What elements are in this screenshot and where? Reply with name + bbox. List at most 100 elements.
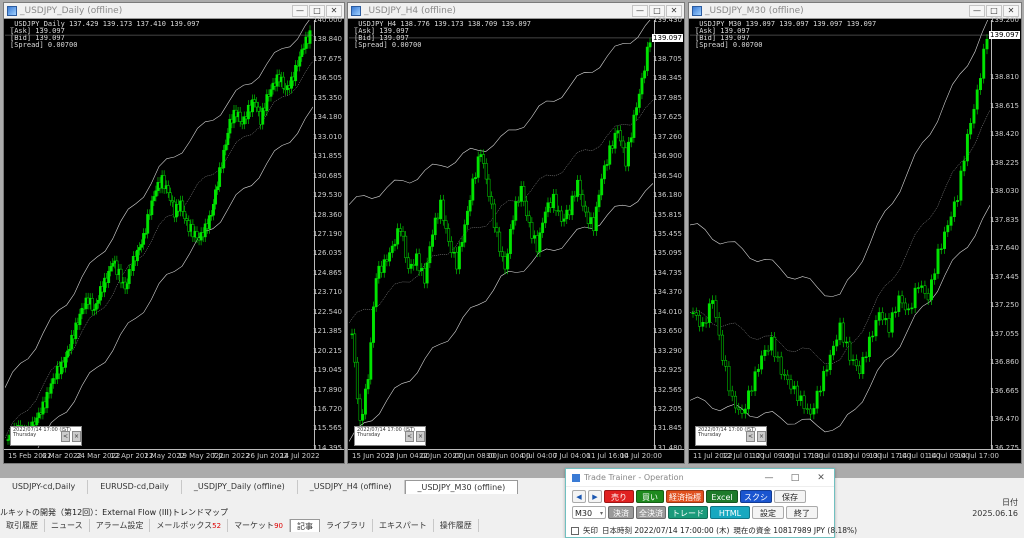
- candle-body: [498, 231, 502, 252]
- candlestick-plot[interactable]: [5, 20, 313, 448]
- candle-body: [714, 300, 718, 318]
- settle-button[interactable]: 決済: [608, 506, 634, 519]
- tab-mailbox[interactable]: メールボックス52: [150, 519, 229, 532]
- maximize-button[interactable]: □: [986, 4, 1002, 17]
- bollinger-upper-band: [349, 20, 651, 205]
- close-button[interactable]: ✕: [326, 4, 342, 17]
- time-tick: 7 Jul 04:00: [553, 452, 591, 460]
- price-tick: 135.350: [313, 93, 342, 102]
- candle-body: [828, 354, 832, 371]
- candle-body: [487, 178, 491, 197]
- candle-body: [353, 333, 357, 363]
- candle-body: [851, 359, 855, 361]
- settle-all-button[interactable]: 全決済: [636, 506, 666, 519]
- candle-body: [366, 379, 370, 390]
- exit-button[interactable]: 終了: [786, 506, 818, 519]
- price-axis: 139.200 139.097 138.810 138.615 138.420 138.2…: [989, 16, 1021, 452]
- candle-body: [559, 210, 563, 222]
- tab-trade-history[interactable]: 取引履歴: [0, 519, 45, 532]
- price-tick: 124.865: [313, 268, 342, 277]
- candlestick-plot[interactable]: [690, 20, 990, 448]
- excel-button[interactable]: Excel: [706, 490, 738, 503]
- dialog-titlebar[interactable]: Trade Trainer - Operation — □ ✕: [566, 469, 834, 487]
- candlestick-plot[interactable]: [349, 20, 653, 448]
- candle-body: [166, 185, 170, 194]
- candle-body: [589, 217, 593, 224]
- economic-indicator-button[interactable]: 経済指標: [666, 490, 704, 503]
- dialog-minimize-button[interactable]: —: [756, 473, 782, 483]
- screenshot-button[interactable]: スクショ: [740, 490, 772, 515]
- candle-body: [760, 355, 764, 370]
- candle-body: [724, 360, 728, 367]
- dialog-maximize-button[interactable]: □: [782, 473, 808, 483]
- prev-button[interactable]: ◀: [572, 490, 586, 503]
- price-tick: 139.200: [990, 16, 1019, 24]
- next-button[interactable]: ▶: [588, 490, 602, 503]
- candle-body: [474, 177, 477, 179]
- candle-body: [107, 270, 111, 284]
- chart-titlebar[interactable]: _USDJPY_H4 (offline) — □ ✕: [348, 3, 684, 19]
- tab-usdjpy-h4-offline[interactable]: _USDJPY_H4 (offline): [298, 480, 405, 494]
- tab-articles[interactable]: 記事: [289, 519, 320, 532]
- trade-button[interactable]: トレード: [668, 506, 708, 519]
- close-button[interactable]: ✕: [1003, 4, 1019, 17]
- minimize-button[interactable]: —: [292, 4, 308, 17]
- tab-market[interactable]: マーケット90: [228, 519, 290, 532]
- settings-button[interactable]: 設定: [752, 506, 784, 519]
- price-tick: 122.540: [313, 307, 342, 316]
- tab-usdjpy-daily-offline[interactable]: _USDJPY_Daily (offline): [182, 480, 298, 494]
- candle-body: [517, 201, 520, 203]
- tab-alerts[interactable]: アラーム設定: [90, 519, 151, 532]
- candle-body: [972, 108, 976, 124]
- sell-button[interactable]: 売り: [604, 490, 634, 503]
- tab-usdjpy-m30-offline[interactable]: _USDJPY_M30 (offline): [404, 480, 519, 494]
- widget-step-button[interactable]: <: [746, 431, 755, 442]
- html-button[interactable]: HTML: [710, 506, 750, 519]
- candle-body: [923, 285, 927, 294]
- arrow-checkbox-label: 矢印: [583, 526, 598, 535]
- maximize-button[interactable]: □: [649, 4, 665, 17]
- candle-body: [465, 210, 469, 225]
- chart-window-h4[interactable]: _USDJPY_H4 (offline) — □ ✕ _USDJPY_H4 13…: [347, 2, 685, 464]
- arrow-checkbox[interactable]: [571, 526, 579, 535]
- widget-close-button[interactable]: ×: [757, 431, 766, 442]
- tab-journal[interactable]: 操作履歴: [434, 519, 479, 532]
- candle-body: [423, 268, 426, 284]
- candle-body: [907, 308, 911, 311]
- widget-close-button[interactable]: ×: [416, 431, 425, 442]
- chart-titlebar[interactable]: _USDJPY_M30 (offline) — □ ✕: [689, 3, 1021, 19]
- dialog-close-button[interactable]: ✕: [808, 473, 834, 483]
- trade-trainer-dialog[interactable]: Trade Trainer - Operation — □ ✕ ◀ ▶ 売り 買…: [565, 468, 857, 538]
- candle-body: [822, 371, 826, 392]
- chart-window-m30[interactable]: _USDJPY_M30 (offline) — □ ✕ _USDJPY_M30 …: [688, 2, 1022, 464]
- news-line[interactable]: ルキットの開発（第12回）：External Flow (III)トレンドマップ: [0, 507, 228, 518]
- chart-titlebar[interactable]: _USDJPY_Daily (offline) — □ ✕: [4, 3, 344, 19]
- tab-library[interactable]: ライブラリ: [320, 519, 373, 532]
- close-button[interactable]: ✕: [666, 4, 682, 17]
- buy-button[interactable]: 買い: [636, 490, 664, 503]
- save-button[interactable]: 保存: [774, 490, 806, 503]
- price-tick: 136.900: [653, 152, 682, 161]
- candle-body: [68, 348, 72, 352]
- tab-usdjpy-daily[interactable]: USDJPY-cd,Daily: [0, 480, 89, 494]
- candle-body: [939, 248, 943, 250]
- candle-body: [414, 253, 418, 266]
- widget-step-button[interactable]: <: [405, 431, 414, 442]
- candle-body: [428, 246, 432, 264]
- widget-close-button[interactable]: ×: [72, 431, 81, 442]
- timeframe-select[interactable]: M30 ▾: [572, 506, 606, 519]
- minimize-button[interactable]: —: [632, 4, 648, 17]
- candle-body: [979, 78, 982, 91]
- price-tick: 137.055: [990, 329, 1019, 338]
- tab-experts[interactable]: エキスパート: [373, 519, 434, 532]
- chart-window-daily[interactable]: _USDJPY_Daily (offline) — □ ✕ _USDJPY_Da…: [3, 2, 345, 464]
- chart-time-widget: 2022/07/14 17:00 (JST) Thursday < ×: [10, 426, 82, 446]
- maximize-button[interactable]: □: [309, 4, 325, 17]
- candle-body: [495, 227, 499, 233]
- widget-step-button[interactable]: <: [61, 431, 70, 442]
- candle-body: [396, 228, 400, 245]
- chart-title: _USDJPY_H4 (offline): [364, 5, 456, 16]
- tab-eurusd-daily[interactable]: EURUSD-cd,Daily: [88, 480, 182, 494]
- minimize-button[interactable]: —: [969, 4, 985, 17]
- tab-news[interactable]: ニュース: [45, 519, 90, 532]
